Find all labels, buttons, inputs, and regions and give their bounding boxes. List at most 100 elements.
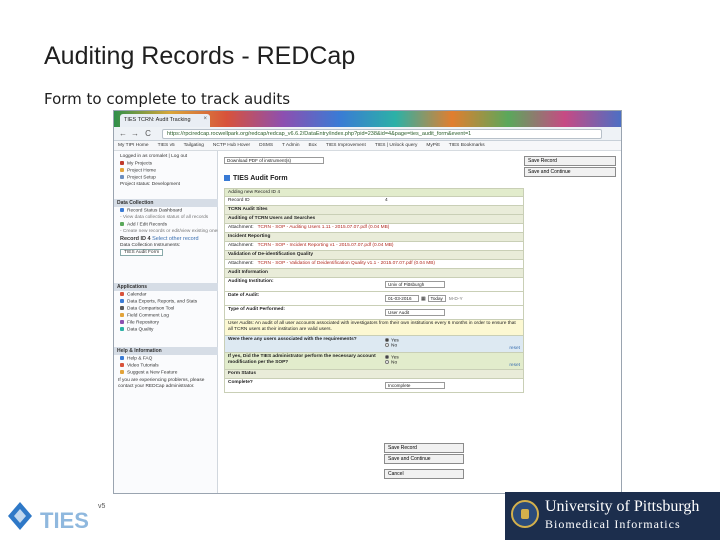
quality-icon [120, 327, 124, 331]
today-button[interactable]: Today [427, 295, 446, 302]
help-header: Help & Information [114, 347, 218, 355]
suggest-feature-link[interactable]: Suggest a New Feature [114, 369, 218, 376]
field-label: User Audits: An audit of all user accoun… [228, 321, 516, 332]
app-file-repository[interactable]: File Repository [114, 319, 218, 326]
form-row: Auditing of TCRN Users and Searches [224, 215, 524, 224]
bookmark-item[interactable]: Tailgating [184, 143, 204, 148]
browser-tab[interactable]: TIES TCRN: Audit Tracking × [120, 114, 210, 127]
form-row: Form Status [224, 370, 524, 379]
form-row: If yes, Did the TIES administrator perfo… [224, 353, 524, 370]
radio-icon[interactable] [385, 343, 389, 348]
radio-icon[interactable] [385, 360, 389, 365]
calendar-icon[interactable]: ▦ [421, 297, 426, 302]
export-icon [120, 299, 124, 303]
bottom-save-continue-button[interactable]: Save and Continue [384, 454, 464, 464]
setup-icon [120, 175, 124, 179]
attachment-link[interactable]: TCRN - SOP - Incident Reporting v1 - 201… [258, 243, 394, 248]
field-label: Record ID [228, 198, 250, 203]
pitt-banner: University of Pittsburgh Biomedical Info… [505, 492, 720, 540]
record-label: Record ID 4 Select other record [120, 236, 199, 242]
reset-link[interactable]: reset [509, 346, 520, 351]
bookmark-item[interactable]: DSMS [259, 143, 273, 148]
reload-icon[interactable]: C [143, 129, 153, 138]
attachment-link[interactable]: TCRN - SOP - Auditing Users 1.11 - 2015.… [258, 225, 390, 230]
bookmark-item[interactable]: Box [309, 143, 317, 148]
radio-icon[interactable] [385, 355, 389, 359]
app-field-comment-log[interactable]: Field Comment Log [114, 312, 218, 319]
radio-option-no[interactable]: No [385, 360, 399, 366]
bookmark-item[interactable]: TIES | Unlock query [375, 143, 418, 148]
instrument-link[interactable]: TIES Audit Form [114, 249, 218, 256]
app-calendar[interactable]: Calendar [114, 291, 218, 298]
radio-group: Yes No [385, 338, 399, 349]
app-data-quality[interactable]: Data Quality [114, 326, 218, 333]
close-icon[interactable]: × [203, 116, 207, 122]
bookmark-item[interactable]: TIES v5 [158, 143, 175, 148]
reset-link[interactable]: reset [509, 363, 520, 368]
bottom-save-button[interactable]: Save Record [384, 443, 464, 453]
bookmark-item[interactable]: T Admin [282, 143, 300, 148]
bookmark-item[interactable]: TIES Improvement [326, 143, 366, 148]
bookmark-item[interactable]: TIES Bookmarks [449, 143, 485, 148]
sidebar-link-project-setup[interactable]: Project Setup [114, 174, 218, 181]
bookmark-item[interactable]: MyPitt [426, 143, 439, 148]
form-icon [224, 175, 230, 182]
bookmarks-bar: My TIPI Home TIES v5 Tailgating NCTP Hub Ho… [114, 141, 621, 151]
form-row: User Audits: An audit of all user accoun… [224, 320, 524, 336]
redcap-main: Download PDF of instrument(s) Save Recor… [224, 151, 617, 493]
form-row: Complete? Incomplete [224, 379, 524, 393]
dropdown-select[interactable]: Incomplete [385, 382, 445, 389]
cancel-button[interactable]: Cancel [384, 469, 464, 479]
file-icon [120, 320, 124, 324]
field-label: If yes, Did the TIES administrator perfo… [228, 354, 376, 365]
pdf-download-select[interactable]: Download PDF of instrument(s) [224, 157, 324, 164]
field-label: Date of Audit: [228, 293, 260, 298]
sidebar-link-add-edit[interactable]: Add / Edit Records [114, 221, 218, 228]
form-row: Auditing Institution: Univ of Pittsburgh [224, 278, 524, 292]
address-bar[interactable]: https://rpciredcap.rocwellpark.org/redca… [162, 129, 602, 139]
sidebar-link-record-status[interactable]: Record Status Dashboard [114, 207, 218, 214]
date-input[interactable]: 01-03-2016 [385, 295, 419, 302]
forward-icon[interactable]: → [130, 129, 140, 138]
form-row: Incident Reporting [224, 233, 524, 242]
radio-option-no[interactable]: No [385, 343, 399, 349]
field-label: Were there any users associated with the… [228, 337, 357, 342]
ties-logo-text: TIES [40, 508, 89, 533]
radio-icon[interactable] [385, 338, 389, 342]
app-data-exports[interactable]: Data Exports, Reports, and Stats [114, 298, 218, 305]
select-other-link[interactable]: Select other record [152, 236, 198, 242]
video-tutorials-link[interactable]: Video Tutorials [114, 362, 218, 369]
form-table: Adding new Record ID 4 Record ID 4 TCRN Aud… [224, 188, 524, 393]
comment-icon [120, 313, 124, 317]
sidebar-link-my-projects[interactable]: My Projects [114, 160, 218, 167]
field-label: Validation of De-identification Quality [228, 252, 314, 257]
field-label: Adding new Record ID 4 [228, 190, 280, 195]
ties-version: v5 [98, 503, 106, 510]
bookmark-item[interactable]: NCTP Hub Hover [213, 143, 250, 148]
dropdown-select[interactable]: Univ of Pittsburgh [385, 281, 445, 288]
radio-label: No [391, 360, 398, 366]
field-label: Attachment: [228, 243, 254, 248]
back-icon[interactable]: ← [118, 129, 128, 138]
form-row: Attachment: TCRN - SOP - Auditing Users 1… [224, 224, 524, 233]
attachment-link[interactable]: TCRN - SOP - Validation of Deidentificat… [258, 261, 435, 266]
sidebar-link-project-home[interactable]: Project Home [114, 167, 218, 174]
app-data-comparison[interactable]: Data Comparison Tool [114, 305, 218, 312]
compare-icon [120, 306, 124, 310]
field-label: Auditing Institution: [228, 279, 274, 284]
field-label: Complete? [228, 380, 253, 385]
tab-title: TIES TCRN: Audit Tracking [124, 117, 191, 123]
slide-subtitle: Form to complete to track audits [44, 90, 291, 108]
save-continue-button[interactable]: Save and Continue [524, 167, 616, 177]
action-panel: Save Record Save and Continue [524, 156, 616, 178]
data-collection-header: Data Collection [114, 199, 218, 207]
pitt-dept: Biomedical Informatics [545, 517, 681, 531]
bookmark-item[interactable]: My TIPI Home [118, 143, 149, 148]
save-record-button[interactable]: Save Record [524, 156, 616, 166]
applications-header: Applications [114, 283, 218, 291]
dropdown-select[interactable]: User Audit [385, 309, 445, 316]
field-label: Auditing of TCRN Users and Searches [228, 216, 316, 221]
form-row: Record ID 4 [224, 197, 524, 206]
help-faq-link[interactable]: Help & FAQ [114, 355, 218, 362]
radio-label: No [391, 343, 398, 349]
